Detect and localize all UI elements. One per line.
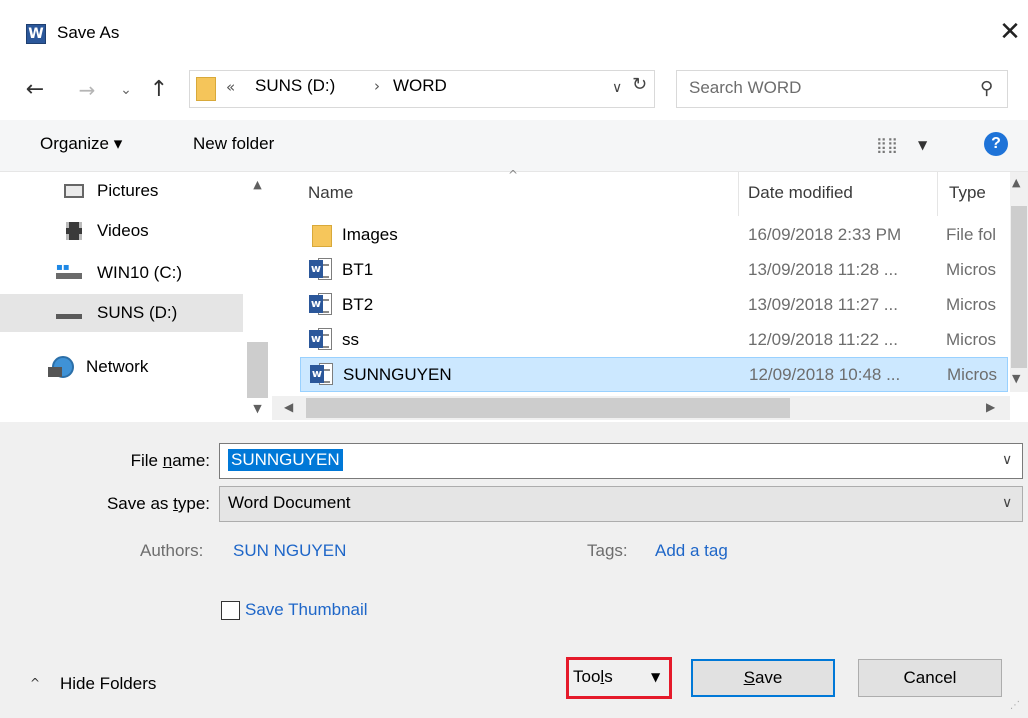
drive-d-icon xyxy=(56,314,82,319)
folder-icon xyxy=(312,225,332,247)
scroll-down-icon[interactable]: ▼ xyxy=(247,402,268,415)
file-type: File fol xyxy=(946,225,997,244)
word-doc-icon: w xyxy=(310,363,334,387)
word-doc-icon: w xyxy=(309,258,333,282)
window-title: Save As xyxy=(57,23,120,42)
cancel-button[interactable]: Cancel xyxy=(858,659,1002,697)
column-divider[interactable] xyxy=(738,172,739,216)
tools-label[interactable]: Tools xyxy=(573,667,613,687)
nav-item-label: WIN10 (C:) xyxy=(97,263,182,282)
file-date: 16/09/2018 2:33 PM xyxy=(748,225,902,244)
file-row[interactable]: w ss 12/09/2018 11:22 ... Micros xyxy=(300,323,1008,358)
breadcrumb-folder[interactable]: WORD xyxy=(393,76,447,96)
column-header-name[interactable]: Name xyxy=(308,183,353,203)
command-toolbar xyxy=(0,120,1028,172)
authors-label: Authors: xyxy=(140,541,204,560)
back-arrow-icon[interactable]: ← xyxy=(22,76,48,104)
view-dropdown-icon[interactable]: ▼ xyxy=(918,138,927,152)
word-doc-icon: w xyxy=(309,328,333,352)
authors-value[interactable]: SUN NGUYEN xyxy=(233,541,346,561)
file-name: Images xyxy=(342,225,398,244)
chevron-up-icon[interactable]: ^ xyxy=(30,676,40,690)
nav-item-drive-c[interactable]: ▪▪ WIN10 (C:) xyxy=(0,254,243,292)
save-as-type-dropdown-icon[interactable]: ∨ xyxy=(1002,495,1012,511)
tags-label: Tags: xyxy=(587,541,628,560)
nav-item-label: Pictures xyxy=(97,181,159,200)
file-name: BT2 xyxy=(342,295,374,314)
file-name-value[interactable]: SUNNGUYEN xyxy=(228,449,343,471)
file-row[interactable]: w BT1 13/09/2018 11:28 ... Micros xyxy=(300,253,1008,288)
save-as-type-value[interactable]: Word Document xyxy=(228,493,351,513)
folder-icon xyxy=(196,77,216,101)
save-thumbnail-label[interactable]: Save Thumbnail xyxy=(245,600,368,620)
windows-logo-icon: ▪▪ xyxy=(56,262,70,273)
videos-icon xyxy=(66,222,82,240)
view-options-icon[interactable]: ⣿⣿ xyxy=(876,136,898,154)
breadcrumb-separator-icon[interactable]: › xyxy=(374,77,380,95)
breadcrumb-drive[interactable]: SUNS (D:) xyxy=(255,76,335,96)
word-doc-icon: w xyxy=(309,293,333,317)
file-name-dropdown-icon[interactable]: ∨ xyxy=(1002,452,1012,468)
horizontal-scrollbar-thumb[interactable] xyxy=(306,398,790,418)
new-folder-button[interactable]: New folder xyxy=(193,134,274,154)
network-monitor-icon xyxy=(48,367,62,377)
nav-item-network[interactable]: Network xyxy=(0,348,243,386)
nav-item-label: SUNS (D:) xyxy=(97,303,178,322)
address-dropdown-icon[interactable]: ∨ xyxy=(612,80,622,96)
scroll-left-icon[interactable]: ◀ xyxy=(284,400,293,414)
file-type: Micros xyxy=(946,260,997,279)
file-date: 13/09/2018 11:28 ... xyxy=(748,260,898,279)
file-type: Micros xyxy=(947,365,998,384)
title-bar xyxy=(0,0,1028,66)
pictures-icon xyxy=(64,184,84,198)
file-row[interactable]: w BT2 13/09/2018 11:27 ... Micros xyxy=(300,288,1008,323)
save-button[interactable]: Save xyxy=(691,659,835,697)
add-tag-link[interactable]: Add a tag xyxy=(655,541,728,561)
file-type: Micros xyxy=(946,295,997,314)
nav-item-label: Network xyxy=(86,357,149,376)
column-header-date-modified[interactable]: Date modified xyxy=(748,183,853,203)
column-header-type[interactable]: Type xyxy=(949,183,986,203)
refresh-icon[interactable]: ↻ xyxy=(632,74,652,95)
resize-grip-icon[interactable]: ⋰ xyxy=(1010,700,1020,711)
nav-scrollbar-thumb[interactable] xyxy=(247,342,268,398)
hide-folders-button[interactable]: Hide Folders xyxy=(60,674,156,694)
search-placeholder: Search WORD xyxy=(689,78,802,97)
tools-dropdown-icon[interactable]: ▼ xyxy=(651,670,660,684)
save-as-type-label: Save as type: xyxy=(106,494,210,513)
file-name: BT1 xyxy=(342,260,374,279)
scroll-right-icon[interactable]: ▶ xyxy=(986,400,995,414)
scroll-up-icon[interactable]: ▲ xyxy=(247,178,268,191)
file-date: 13/09/2018 11:27 ... xyxy=(748,295,898,314)
nav-item-drive-d[interactable]: SUNS (D:) xyxy=(0,294,243,332)
nav-item-pictures[interactable]: Pictures xyxy=(0,172,243,210)
drive-c-icon xyxy=(56,273,82,279)
forward-arrow-icon[interactable]: → xyxy=(76,76,98,104)
file-date: 12/09/2018 10:48 ... xyxy=(749,365,901,384)
file-row[interactable]: Images 16/09/2018 2:33 PM File fol xyxy=(300,218,1008,253)
help-icon[interactable]: ? xyxy=(984,132,1008,156)
save-thumbnail-checkbox[interactable] xyxy=(221,601,240,620)
recent-locations-chevron-icon[interactable]: ⌄ xyxy=(118,76,134,104)
file-row-selected[interactable]: w SUNNGUYEN 12/09/2018 10:48 ... Micros xyxy=(300,357,1008,392)
column-divider[interactable] xyxy=(937,172,938,216)
up-arrow-icon[interactable]: ↑ xyxy=(148,76,170,104)
word-app-icon: W xyxy=(26,24,46,44)
file-date: 12/09/2018 11:22 ... xyxy=(748,330,898,349)
sort-ascending-icon: ^ xyxy=(508,168,519,182)
file-name: SUNNGUYEN xyxy=(343,365,452,384)
search-icon[interactable]: ⚲ xyxy=(980,78,993,99)
file-name-label: File name: xyxy=(130,451,210,470)
file-type: Micros xyxy=(946,330,997,349)
scroll-up-icon[interactable]: ▲ xyxy=(1012,176,1020,189)
nav-item-videos[interactable]: Videos xyxy=(0,212,243,250)
file-list-scrollbar-thumb[interactable] xyxy=(1011,206,1027,368)
nav-item-label: Videos xyxy=(97,221,149,240)
close-icon[interactable]: ✕ xyxy=(996,16,1024,48)
organize-button[interactable]: Organize ▾ xyxy=(40,134,122,154)
file-name: ss xyxy=(342,330,359,349)
scroll-down-icon[interactable]: ▼ xyxy=(1012,372,1020,385)
overflow-chevron-icon[interactable]: « xyxy=(226,78,235,96)
